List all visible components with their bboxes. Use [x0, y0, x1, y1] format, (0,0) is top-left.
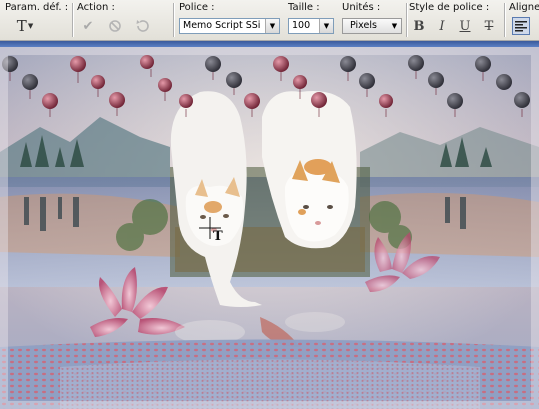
underline-icon: U	[459, 18, 471, 34]
font-label: Police :	[179, 2, 215, 13]
chevron-down-icon: ▼	[27, 22, 34, 30]
units-label: Unités :	[342, 2, 381, 13]
separator	[504, 3, 506, 37]
artwork-image	[0, 47, 539, 409]
apply-check-icon: ✔	[82, 18, 94, 34]
font-size-value: 100	[292, 20, 311, 31]
text-tool-icon: T	[213, 229, 223, 244]
units-value: Pixels	[350, 20, 377, 31]
dropdown-arrow-icon: ▼	[319, 19, 333, 33]
align-left-icon	[515, 20, 527, 31]
cancel-button[interactable]	[106, 17, 124, 35]
param-label: Param. déf. :	[5, 2, 69, 13]
font-family-dropdown[interactable]: Memo Script SSi ▼	[179, 18, 280, 34]
font-size-dropdown[interactable]: 100 ▼	[288, 18, 334, 34]
align-label: Aligner	[509, 2, 539, 13]
bold-button[interactable]: B	[411, 18, 427, 34]
restart-button[interactable]	[134, 17, 152, 35]
units-dropdown[interactable]: Pixels ▼	[342, 18, 402, 34]
image-canvas[interactable]: T	[0, 47, 539, 409]
apply-button[interactable]: ✔	[80, 17, 96, 35]
align-left-button[interactable]	[512, 17, 530, 35]
text-cursor: T	[199, 217, 229, 247]
dropdown-arrow-icon: ▼	[391, 22, 398, 30]
separator	[173, 3, 175, 37]
cancel-icon	[109, 20, 121, 32]
size-label: Taille :	[288, 2, 320, 13]
text-toolbar: Param. déf. : T ▼ Action : ✔ Police : Me…	[0, 0, 539, 41]
restart-icon	[136, 20, 149, 32]
separator	[72, 3, 74, 37]
strikethrough-icon: T	[484, 18, 494, 34]
text-tool-preset-button[interactable]: T ▼	[12, 17, 38, 35]
underline-button[interactable]: U	[457, 18, 473, 34]
dropdown-arrow-icon: ▼	[265, 19, 279, 33]
italic-button[interactable]: I	[434, 18, 450, 34]
text-tool-icon: T	[16, 17, 27, 35]
bold-icon: B	[413, 18, 425, 34]
separator	[406, 3, 408, 37]
strikethrough-button[interactable]: T	[481, 18, 497, 34]
font-family-value: Memo Script SSi	[183, 20, 261, 31]
italic-icon: I	[439, 18, 445, 34]
action-label: Action :	[77, 2, 115, 13]
font-style-label: Style de police :	[409, 2, 490, 13]
